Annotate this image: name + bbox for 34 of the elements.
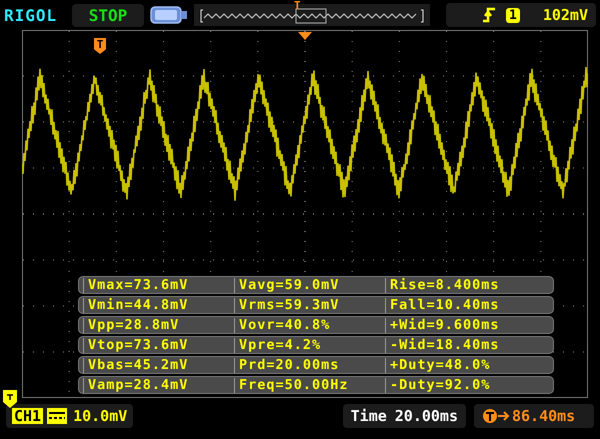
- measurement-value: -Wid=18.40ms: [385, 338, 553, 352]
- measurement-value: Vpre=4.2%: [234, 338, 385, 352]
- trigger-offset-icon: [482, 408, 510, 424]
- measurement-value: Vtop=73.6mV: [83, 338, 234, 352]
- measurement-value: +Duty=48.0%: [385, 358, 553, 372]
- trigger-level: 102mV: [542, 6, 588, 24]
- brand-logo: RIGOL: [4, 6, 58, 24]
- measurement-value: Vmax=73.6mV: [83, 278, 234, 292]
- trigger-offset: 86.40ms: [512, 407, 576, 425]
- dc-coupling-icon: [47, 408, 68, 424]
- measurement-value: Vovr=40.8%: [234, 318, 385, 332]
- timebase-value: 20.00ms: [394, 407, 458, 425]
- run-state: STOP: [72, 4, 144, 26]
- trigger-source: 1: [506, 8, 520, 22]
- measurement-value: Prd=20.00ms: [234, 358, 385, 372]
- rising-edge-icon: [482, 7, 496, 23]
- measurement-value: Vbas=45.2mV: [83, 358, 234, 372]
- time-label: Time: [350, 407, 387, 425]
- memory-trigger-marker: T: [294, 0, 301, 11]
- measurement-value: Vamp=28.4mV: [83, 378, 234, 392]
- channel-label: CH1: [12, 408, 44, 424]
- measurement-value: Freq=50.00Hz: [234, 378, 385, 392]
- trigger-position-icon: [298, 32, 312, 40]
- measurement-value: Vrms=59.3mV: [234, 298, 385, 312]
- measurement-value: Vpp=28.8mV: [83, 318, 234, 332]
- measurement-value: Vmin=44.8mV: [83, 298, 234, 312]
- measurement-value: +Wid=9.600ms: [385, 318, 553, 332]
- vertical-scale: 10.0mV: [73, 407, 128, 425]
- measurement-value: Rise=8.400ms: [385, 278, 553, 292]
- battery-icon: [150, 5, 188, 25]
- trigger-marker: T: [94, 38, 106, 54]
- measurement-value: Fall=10.40ms: [385, 298, 553, 312]
- measurement-value: Vavg=59.0mV: [234, 278, 385, 292]
- measurement-value: -Duty=92.0%: [385, 378, 553, 392]
